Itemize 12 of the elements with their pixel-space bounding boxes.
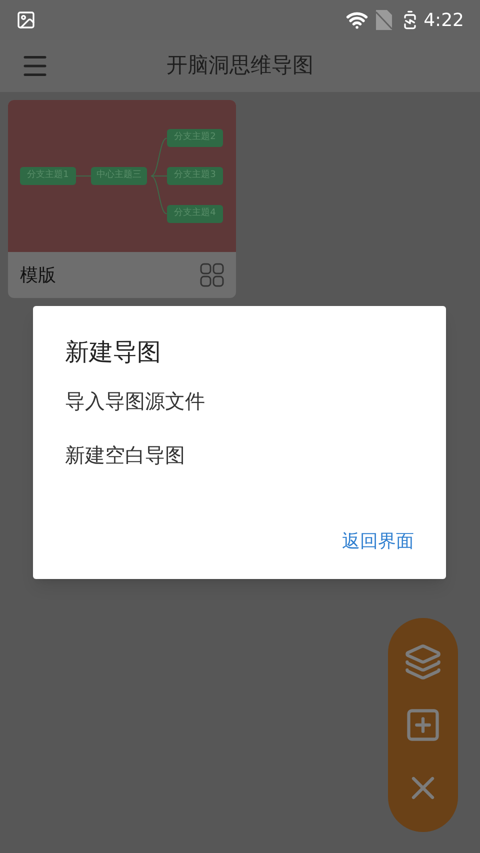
wifi-icon — [346, 9, 368, 31]
template-label: 模版 — [20, 264, 56, 288]
image-icon — [16, 10, 36, 30]
dialog-title: 新建导图 — [65, 337, 162, 368]
layers-icon[interactable] — [404, 642, 442, 681]
grid-icon[interactable] — [200, 263, 224, 287]
time: 4:22 — [424, 8, 464, 32]
app-title: 开脑洞思维导图 — [166, 52, 314, 80]
dialog-option[interactable]: 新建空白导图 — [65, 440, 414, 470]
back-button[interactable]: 返回界面 — [342, 528, 414, 555]
no-sim-icon — [376, 10, 392, 30]
dialog-option[interactable]: 导入导图源文件 — [65, 386, 414, 416]
